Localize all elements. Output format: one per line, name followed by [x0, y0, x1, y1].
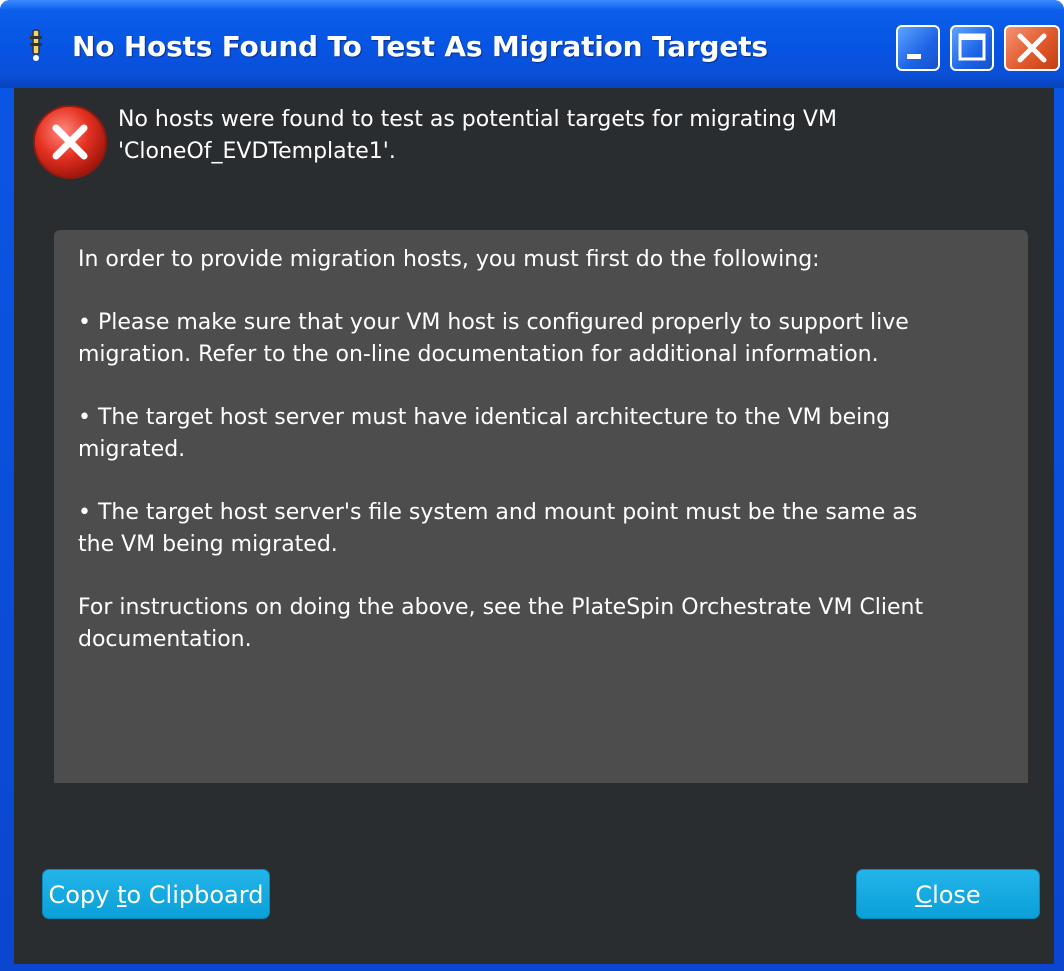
details-bullet-1-line-2: migration. Refer to the on-line document… — [78, 342, 879, 367]
error-message: No hosts were found to test as potential… — [118, 104, 1038, 168]
copy-button-label-prefix: Copy — [48, 881, 118, 909]
minimize-icon — [907, 54, 921, 59]
close-button-mnemonic: C — [915, 881, 933, 909]
details-bullet-3-line-1: • The target host server's file system a… — [78, 500, 918, 525]
close-icon — [1017, 33, 1047, 63]
window-title: No Hosts Found To Test As Migration Targ… — [72, 30, 768, 63]
details-footer-line-2: documentation. — [78, 627, 252, 652]
details-footer: For instructions on doing the above, see… — [78, 592, 1004, 656]
close-button-label-suffix: lose — [932, 881, 981, 909]
maximize-button[interactable] — [950, 25, 994, 71]
dialog-window: No Hosts Found To Test As Migration Targ… — [0, 0, 1064, 971]
dialog-body: No hosts were found to test as potential… — [14, 88, 1054, 964]
details-bullet-1: • Please make sure that your VM host is … — [78, 307, 1004, 371]
details-footer-line-1: For instructions on doing the above, see… — [78, 595, 924, 620]
error-message-line-2: 'CloneOf_EVDTemplate1'. — [118, 139, 396, 164]
details-intro-text: In order to provide migration hosts, you… — [78, 247, 820, 272]
app-icon — [30, 29, 42, 61]
details-bullet-2-line-2: migrated. — [78, 437, 186, 462]
error-icon — [33, 105, 107, 179]
close-button[interactable]: Close — [856, 869, 1040, 919]
details-bullet-2: • The target host server must have ident… — [78, 402, 1004, 466]
title-bar[interactable]: No Hosts Found To Test As Migration Targ… — [0, 0, 1064, 88]
details-bullet-1-line-1: • Please make sure that your VM host is … — [78, 310, 909, 335]
details-panel: In order to provide migration hosts, you… — [54, 230, 1028, 783]
close-window-button[interactable] — [1004, 25, 1060, 71]
minimize-button[interactable] — [896, 25, 940, 71]
copy-to-clipboard-button[interactable]: Copy to Clipboard — [42, 869, 270, 919]
details-bullet-2-line-1: • The target host server must have ident… — [78, 405, 891, 430]
details-bullet-3: • The target host server's file system a… — [78, 497, 1004, 561]
error-message-line-1: No hosts were found to test as potential… — [118, 107, 837, 132]
copy-button-label-suffix: o Clipboard — [126, 881, 264, 909]
details-bullet-3-line-2: the VM being migrated. — [78, 532, 338, 557]
details-intro: In order to provide migration hosts, you… — [78, 244, 1004, 276]
maximize-icon — [958, 33, 986, 61]
